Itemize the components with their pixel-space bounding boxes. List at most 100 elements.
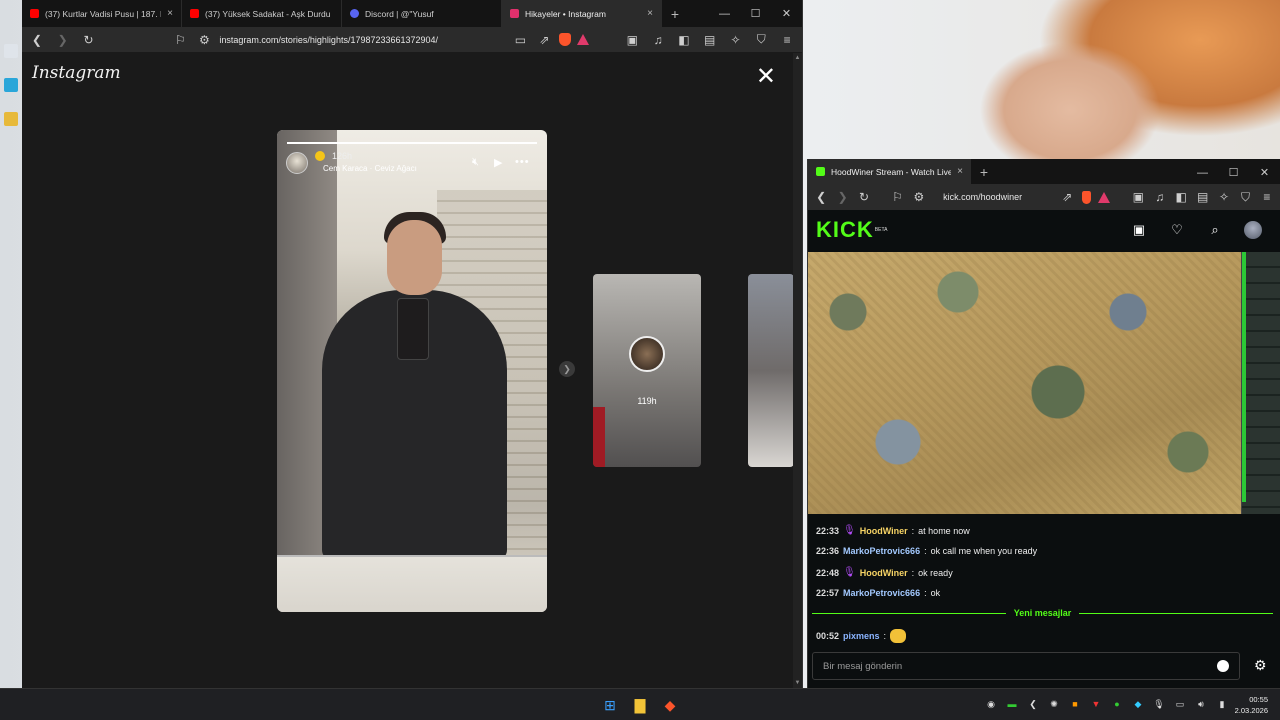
taskbar-clock[interactable]: 00:55 2.03.2026	[1235, 694, 1268, 716]
more-options-icon[interactable]: •••	[515, 156, 530, 168]
menu-icon[interactable]: ≡	[1260, 188, 1274, 206]
tray-app-icon[interactable]: ■	[1069, 698, 1081, 710]
share-icon[interactable]: ⇗	[1060, 188, 1074, 206]
page-scrollbar[interactable]: ▲ ▼	[793, 53, 802, 688]
tab-instagram[interactable]: Hikayeler • Instagram ×	[502, 0, 662, 27]
site-settings-icon[interactable]: ⚙	[912, 188, 926, 206]
wallet-icon[interactable]: ▤	[701, 31, 719, 49]
share-icon[interactable]: ⇗	[535, 31, 553, 49]
brave-browser-icon[interactable]: ◆	[660, 695, 680, 715]
address-bar[interactable]: ⚐ ⚙ instagram.com/stories/highlights/179…	[165, 30, 595, 50]
message-username[interactable]: pixmens	[843, 631, 880, 641]
tray-app-icon[interactable]: ●	[1111, 698, 1123, 710]
site-settings-icon[interactable]: ⚙	[195, 31, 213, 49]
instagram-logo[interactable]: Instagram	[32, 63, 121, 83]
emoji-picker-icon[interactable]	[1217, 660, 1229, 672]
brave-shields-icon[interactable]	[1081, 190, 1092, 204]
wallet-icon[interactable]: ▤	[1195, 188, 1209, 206]
story-progress-fill	[287, 142, 537, 144]
avatar[interactable]	[1244, 221, 1262, 239]
close-icon[interactable]: ✕	[756, 65, 776, 89]
story-viewer[interactable]: 126h Cem Karaca · Ceviz Ağacı 🔇︎ ▶ •••	[277, 130, 547, 612]
menu-icon[interactable]: ≡	[778, 31, 796, 49]
brave-shields-icon[interactable]	[559, 33, 572, 46]
tab-discord[interactable]: Discord | @"Yusuf	[342, 0, 502, 27]
tab-search-icon[interactable]: ▣	[623, 31, 641, 49]
music-icon[interactable]: ♫	[649, 31, 667, 49]
back-button[interactable]: ❮	[814, 188, 828, 206]
minimize-button[interactable]: —	[709, 0, 740, 27]
url-text[interactable]: kick.com/hoodwiner	[943, 192, 1053, 202]
stream-video[interactable]	[808, 252, 1241, 514]
chat-input-box[interactable]	[812, 652, 1240, 680]
browse-icon[interactable]: ▣	[1130, 221, 1148, 239]
file-explorer-icon[interactable]: ▇	[630, 695, 650, 715]
tray-app-icon[interactable]: ◉	[985, 698, 997, 710]
tab-youtube-1[interactable]: (37) Kurtlar Vadisi Pusu | 187. Bölüm ×	[22, 0, 182, 27]
tab-youtube-2[interactable]: (37) Yüksek Sadakat - Aşk Durdu	[182, 0, 342, 27]
close-window-button[interactable]: ✕	[1249, 159, 1280, 186]
bookmark-icon[interactable]: ⚐	[171, 31, 189, 49]
vpn-icon[interactable]: ⛉	[752, 31, 770, 49]
leo-icon[interactable]: ✧	[727, 31, 745, 49]
chat-input[interactable]	[823, 660, 1217, 672]
microphone-icon[interactable]: 🎙︎	[1153, 698, 1165, 710]
close-icon[interactable]: ×	[957, 166, 963, 177]
tray-app-icon[interactable]: ◆	[1132, 698, 1144, 710]
network-icon[interactable]: ▭	[1174, 698, 1186, 710]
desktop-folder-icon[interactable]	[4, 112, 18, 126]
gear-icon[interactable]: ⚙	[1254, 657, 1267, 674]
brave-rewards-icon[interactable]	[1098, 191, 1111, 203]
scroll-up-icon[interactable]: ▲	[794, 55, 801, 61]
battery-icon[interactable]: ▮	[1216, 698, 1228, 710]
tray-settings-icon[interactable]: ✺	[1048, 698, 1060, 710]
story-music-label[interactable]: Cem Karaca · Ceviz Ağacı	[323, 164, 417, 173]
sidebar-icon[interactable]: ◧	[675, 31, 693, 49]
back-button[interactable]: ❮	[28, 31, 46, 49]
music-icon[interactable]: ♫	[1153, 188, 1167, 206]
tab-kick[interactable]: HoodWiner Stream - Watch Live ×	[808, 159, 971, 184]
message-username[interactable]: MarkoPetrovic666	[843, 588, 920, 598]
reload-button[interactable]: ↻	[857, 188, 871, 206]
maximize-button[interactable]: ☐	[1218, 159, 1249, 186]
message-username[interactable]: HoodWiner	[860, 568, 908, 578]
message-username[interactable]: MarkoPetrovic666	[843, 546, 920, 556]
kick-logo[interactable]: KICK	[816, 217, 874, 243]
forward-button[interactable]: ❯	[835, 188, 849, 206]
vpn-icon[interactable]: ⛉	[1238, 188, 1252, 206]
forward-button[interactable]: ❯	[54, 31, 72, 49]
new-tab-button[interactable]: +	[971, 164, 997, 180]
sidebar-icon[interactable]: ◧	[1174, 188, 1188, 206]
reload-button[interactable]: ↻	[80, 31, 98, 49]
close-window-button[interactable]: ✕	[771, 0, 802, 27]
next-story-button[interactable]: ❯	[559, 361, 575, 377]
url-text[interactable]: instagram.com/stories/highlights/1798723…	[219, 35, 505, 45]
tray-app-icon[interactable]: ▬	[1006, 698, 1018, 710]
brave-rewards-icon[interactable]	[577, 34, 590, 45]
new-tab-button[interactable]: +	[662, 6, 688, 22]
cast-icon[interactable]: ▭	[511, 31, 529, 49]
desktop-app-icon[interactable]	[4, 78, 18, 92]
next-story-preview[interactable]: 119h	[593, 274, 701, 467]
maximize-button[interactable]: ☐	[740, 0, 771, 27]
close-icon[interactable]: ×	[647, 8, 653, 19]
avatar[interactable]	[286, 152, 308, 174]
following-heart-icon[interactable]: ♡	[1168, 221, 1186, 239]
close-icon[interactable]: ×	[167, 8, 173, 19]
tray-app-icon[interactable]: ▼	[1090, 698, 1102, 710]
scroll-down-icon[interactable]: ▼	[794, 680, 801, 686]
following-story-preview[interactable]	[748, 274, 794, 467]
mute-icon[interactable]: 🔇︎	[472, 156, 479, 169]
tab-search-icon[interactable]: ▣	[1131, 188, 1145, 206]
tray-app-icon[interactable]: ❮	[1027, 698, 1039, 710]
search-icon[interactable]: ⌕	[1206, 221, 1224, 239]
minimize-button[interactable]: —	[1187, 159, 1218, 186]
message-username[interactable]: HoodWiner	[860, 526, 908, 536]
play-icon[interactable]: ▶	[494, 156, 502, 169]
desktop-file-icon[interactable]	[4, 44, 18, 58]
windows-start-icon[interactable]: ⊞	[600, 695, 620, 715]
message-time: 22:33	[816, 525, 840, 536]
volume-icon[interactable]: 🔊︎	[1195, 698, 1207, 710]
leo-icon[interactable]: ✧	[1217, 188, 1231, 206]
bookmark-icon[interactable]: ⚐	[890, 188, 904, 206]
